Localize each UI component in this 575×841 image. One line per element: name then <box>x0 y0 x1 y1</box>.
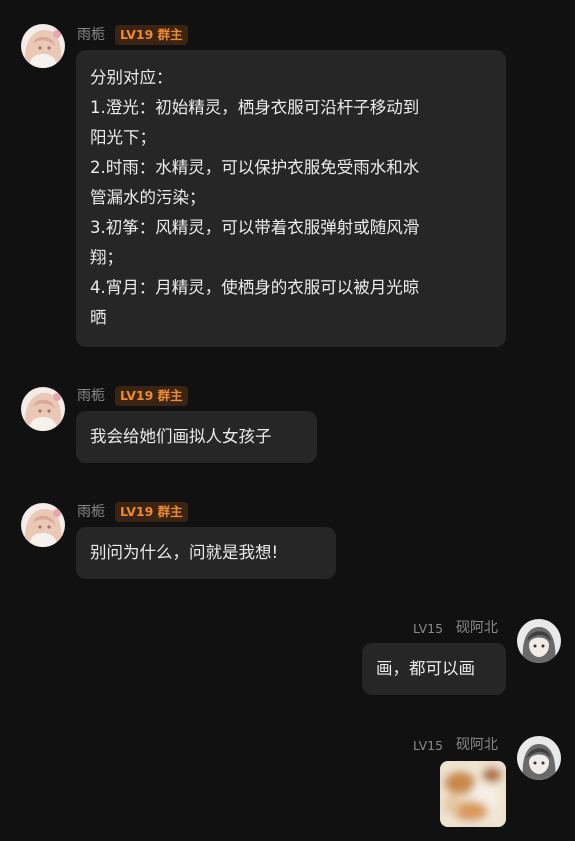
user-level: LV15 <box>413 738 444 753</box>
avatar-yuzhi[interactable] <box>21 24 65 68</box>
message-bubble[interactable]: 画，都可以画 <box>362 643 506 695</box>
message-line: 4.宵月：月精灵，使栖身的衣服可以被月光晾 <box>90 278 420 297</box>
message-line: 晒 <box>90 308 107 327</box>
sender-name[interactable]: 砚阿北 <box>456 619 498 637</box>
message-1: 雨栀 LV19 群主 分别对应： 1.澄光：初始精灵，栖身衣服可沿杆子移动到 阳… <box>0 0 575 360</box>
avatar-yanabei[interactable] <box>517 736 561 780</box>
avatar-yanabei[interactable] <box>517 619 561 663</box>
sender-name[interactable]: 雨栀 <box>77 387 105 405</box>
message-bubble[interactable]: 别问为什么，问就是我想! <box>76 527 336 579</box>
message-4: LV15 砚阿北 画，都可以画 <box>0 612 575 702</box>
image-message[interactable] <box>440 761 506 827</box>
message-line: 2.时雨：水精灵，可以保护衣服免受雨水和水 <box>90 158 420 177</box>
sender-name[interactable]: 砚阿北 <box>456 736 498 754</box>
message-3: 雨栀 LV19 群主 别问为什么，问就是我想! <box>0 496 575 586</box>
message-bubble[interactable]: 分别对应： 1.澄光：初始精灵，栖身衣服可沿杆子移动到 阳光下； 2.时雨：水精… <box>76 50 506 347</box>
sender-name[interactable]: 雨栀 <box>77 26 105 44</box>
message-text: 别问为什么，问就是我想! <box>90 543 279 562</box>
message-5: LV15 砚阿北 <box>0 729 575 841</box>
message-line: 1.澄光：初始精灵，栖身衣服可沿杆子移动到 <box>90 98 420 117</box>
message-2: 雨栀 LV19 群主 我会给她们画拟人女孩子 <box>0 380 575 470</box>
message-text: 画，都可以画 <box>376 659 475 678</box>
message-line: 阳光下； <box>90 128 156 147</box>
message-line: 3.初筝：风精灵，可以带着衣服弹射或随风滑 <box>90 218 420 237</box>
user-level: LV15 <box>413 621 444 636</box>
group-owner-badge: LV19 群主 <box>115 386 188 406</box>
message-line: 分别对应： <box>90 68 173 87</box>
group-owner-badge: LV19 群主 <box>115 25 188 45</box>
message-bubble[interactable]: 我会给她们画拟人女孩子 <box>76 411 317 463</box>
avatar-yuzhi[interactable] <box>21 503 65 547</box>
message-line: 管漏水的污染； <box>90 188 206 207</box>
group-owner-badge: LV19 群主 <box>115 502 188 522</box>
message-text: 我会给她们画拟人女孩子 <box>90 427 272 446</box>
avatar-yuzhi[interactable] <box>21 387 65 431</box>
message-line: 翔； <box>90 248 123 267</box>
sender-name[interactable]: 雨栀 <box>77 503 105 521</box>
